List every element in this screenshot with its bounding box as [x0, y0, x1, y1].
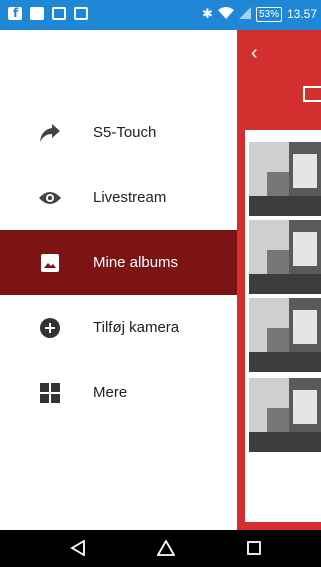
menu-item-mine-albums[interactable]: Mine albums [0, 230, 237, 295]
message-notification-icon [30, 7, 44, 20]
wifi-icon [217, 6, 234, 22]
system-navigation-bar [0, 530, 321, 567]
battery-indicator: 53% [255, 6, 282, 22]
album-thumbnail[interactable] [249, 220, 321, 294]
eye-icon [38, 186, 62, 210]
menu-item-label: Mine albums [93, 254, 179, 271]
albums-screen: ‹ [237, 30, 321, 530]
menu-item-s5-touch[interactable]: S5-Touch [0, 100, 237, 165]
menu-item-tilfoej-kamera[interactable]: Tilføj kamera [0, 295, 237, 360]
gallery-icon [303, 86, 321, 102]
menu-item-mere[interactable]: Mere [0, 360, 237, 425]
image-notification-icon [52, 7, 66, 20]
signal-icon [238, 6, 251, 22]
menu-item-label: S5-Touch [93, 124, 157, 141]
menu-item-label: Tilføj kamera [93, 319, 180, 336]
status-bar: ✱ 53% 13.57 [0, 0, 321, 30]
navigation-drawer: S5-Touch Livestream Mine albums Tilføj k… [0, 30, 237, 530]
album-thumbnail[interactable] [249, 298, 321, 372]
bluetooth-icon: ✱ [202, 6, 213, 21]
album-list [245, 130, 321, 522]
back-nav-icon[interactable] [66, 536, 90, 560]
add-circle-icon [38, 316, 62, 340]
home-nav-icon[interactable] [154, 536, 178, 560]
album-thumbnail[interactable] [249, 142, 321, 216]
menu-item-livestream[interactable]: Livestream [0, 165, 237, 230]
facebook-notification-icon [8, 6, 22, 20]
gallery-notification-icon [74, 7, 88, 20]
clock: 13.57 [286, 7, 317, 21]
image-icon [38, 251, 62, 275]
menu-item-label: Mere [93, 384, 128, 401]
share-arrow-icon [38, 121, 62, 145]
recents-nav-icon[interactable] [242, 536, 266, 560]
back-arrow-icon[interactable]: ‹ [251, 42, 258, 65]
grid-icon [38, 381, 62, 405]
album-thumbnail[interactable] [249, 378, 321, 452]
menu-item-label: Livestream [93, 189, 167, 206]
